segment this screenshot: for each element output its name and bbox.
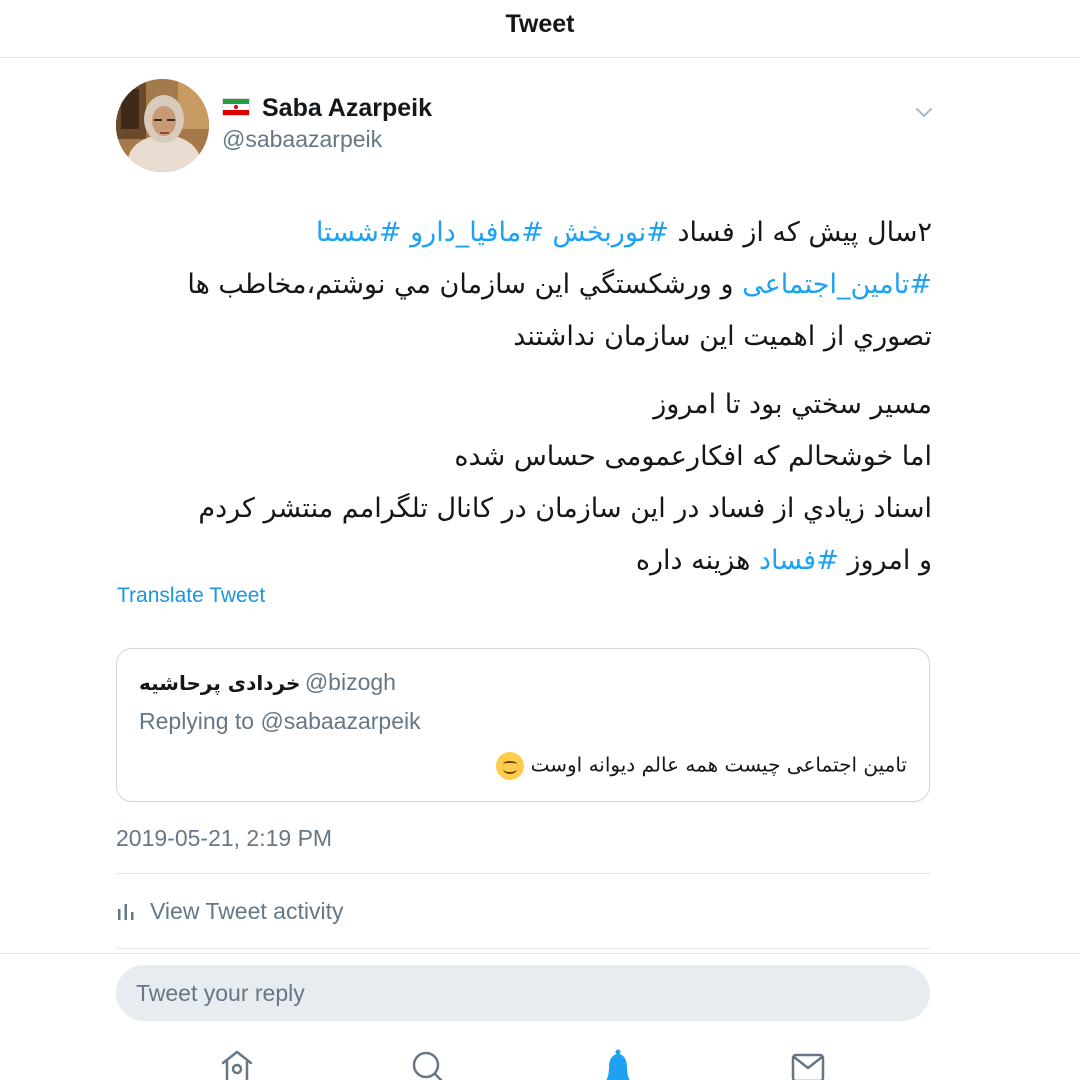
messages-icon[interactable] — [790, 1049, 826, 1080]
avatar[interactable] — [116, 79, 209, 172]
quoted-author-handle: @bizogh — [304, 669, 396, 695]
replying-to-label: Replying to @sabaazarpeik — [139, 708, 421, 734]
tweet-text-segment: هزينه داره — [635, 545, 759, 576]
quoted-tweet-header: خردادی پرحاشیه @bizogh — [139, 669, 396, 696]
tweet-line: تصوري از اهميت اين سازمان نداشتند — [513, 321, 932, 352]
tweet-line: اسناد زيادي از فساد در اين سازمان در کان… — [198, 493, 932, 524]
reply-bar — [0, 953, 1080, 1080]
tweet-timestamp: 2019-05-21, 2:19 PM — [116, 825, 333, 851]
analytics-icon — [118, 904, 134, 920]
top-bar: Tweet — [0, 0, 1080, 58]
translate-tweet-link[interactable]: Translate Tweet — [117, 584, 265, 608]
hashtag-link[interactable]: #نوربخش #مافیا_دارو #شستا — [316, 217, 669, 248]
home-icon[interactable] — [219, 1049, 255, 1080]
hashtag-link[interactable]: #تامین_اجتماعی — [742, 269, 932, 300]
search-icon[interactable] — [409, 1049, 445, 1080]
smiling-face-icon — [496, 752, 525, 780]
tweet-text-segment: و ورشکستگي اين سازمان مي نوشتم،مخاطب ها — [187, 269, 743, 300]
view-tweet-activity-button[interactable]: View Tweet activity — [116, 896, 343, 926]
chevron-down-icon[interactable] — [912, 100, 936, 124]
tweet-text-segment: و امروز — [838, 545, 932, 576]
quoted-author-name: خردادی پرحاشیه — [139, 671, 301, 695]
tweet-line: اما خوشحالم که افکارعمومی حساس شده — [454, 441, 932, 472]
tweet-line: #تامین_اجتماعی و ورشکستگي اين سازمان مي … — [110, 259, 932, 311]
divider — [116, 873, 930, 874]
quoted-tweet[interactable]: خردادی پرحاشیه @bizogh Replying to @saba… — [116, 648, 930, 802]
tweet-line: و امروز #فساد هزينه داره — [110, 535, 932, 587]
view-tweet-activity-label: View Tweet activity — [150, 897, 344, 924]
tweet-reply-input[interactable] — [116, 965, 930, 1021]
hashtag-link[interactable]: #فساد — [759, 545, 839, 576]
author-name[interactable]: Saba Azarpeik — [262, 94, 432, 123]
page-title: Tweet — [505, 10, 575, 38]
avatar-photo — [116, 79, 209, 172]
tweet-text: ۲سال پیش که از فساد #نوربخش #مافیا_دارو … — [110, 207, 932, 587]
tweet-line: مسير سختي بود تا امروز — [653, 389, 932, 420]
divider — [116, 948, 930, 949]
author-handle[interactable]: @sabaazarpeik — [222, 126, 382, 153]
tweet-line: ۲سال پیش که از فساد #نوربخش #مافیا_دارو … — [110, 207, 932, 259]
quoted-text-content: تامین اجتماعی چیست همه عالم دیوانه اوست — [530, 752, 907, 777]
quoted-tweet-text: تامین اجتماعی چیست همه عالم دیوانه اوست — [490, 752, 907, 780]
notifications-icon[interactable] — [600, 1049, 636, 1080]
tweet-text-segment: ۲سال پیش که از فساد — [668, 217, 932, 248]
iran-flag-icon — [222, 98, 250, 116]
